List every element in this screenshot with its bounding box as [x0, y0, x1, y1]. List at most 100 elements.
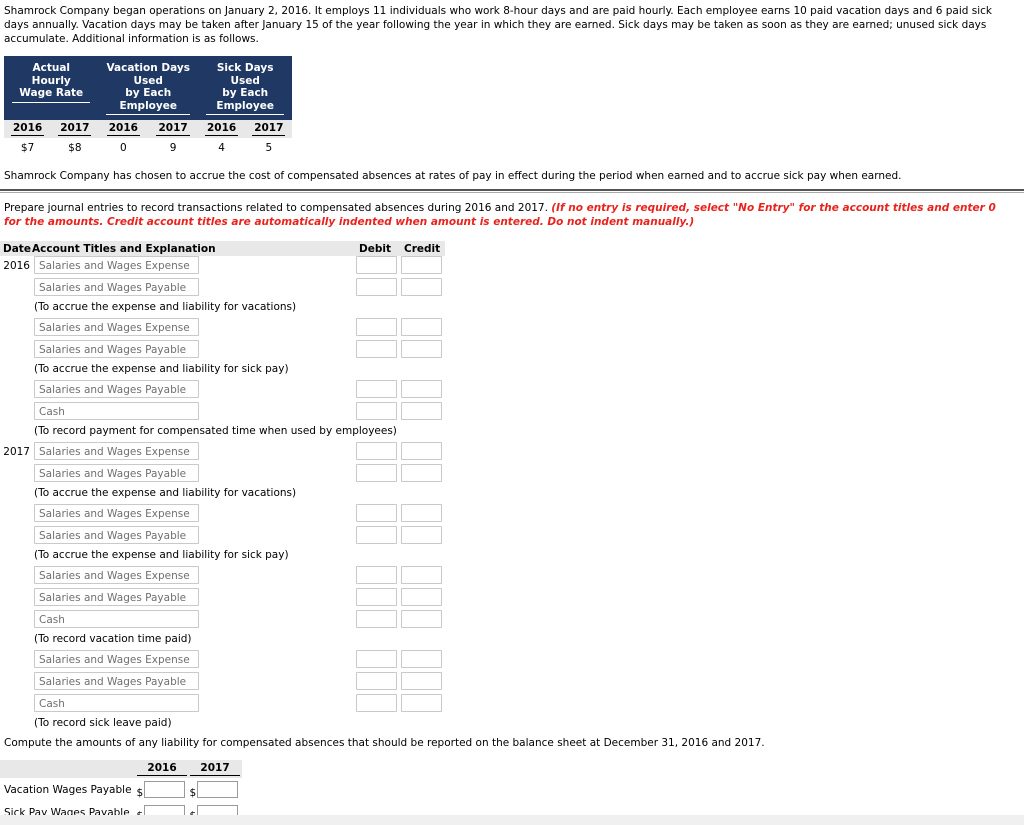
balance-year-label: 2016	[137, 762, 186, 776]
fact-value: 5	[245, 138, 292, 159]
currency-symbol: $	[190, 787, 198, 799]
account-title-select[interactable]: Salaries and Wages Expense	[34, 256, 199, 274]
debit-amount-input[interactable]	[356, 588, 397, 606]
journal-memo-row: (To record payment for compensated time …	[0, 424, 1024, 442]
balance-header-year-2016: 2016	[136, 760, 189, 778]
credit-amount-input[interactable]	[401, 340, 442, 358]
fact-year-header: 2017	[148, 120, 198, 138]
credit-amount-input[interactable]	[401, 650, 442, 668]
journal-memo-text: (To record payment for compensated time …	[34, 425, 397, 437]
debit-amount-input[interactable]	[356, 610, 397, 628]
fact-year-header: 2016	[98, 120, 148, 138]
journal-memo-text: (To accrue the expense and liability for…	[34, 549, 289, 561]
debit-amount-input[interactable]	[356, 504, 397, 522]
account-title-select[interactable]: Salaries and Wages Expense	[34, 504, 199, 522]
fact-group-line: Actual	[32, 62, 70, 74]
fact-group-line: by Each	[222, 87, 268, 99]
account-title-select[interactable]: Salaries and Wages Expense	[34, 650, 199, 668]
debit-amount-input[interactable]	[356, 340, 397, 358]
journal-entry-row: Salaries and Wages Payable	[0, 672, 1024, 694]
fact-group-line: Employee	[216, 100, 274, 112]
account-title-select[interactable]: Salaries and Wages Payable	[34, 464, 199, 482]
fact-year-label: 2016	[107, 122, 140, 136]
journal-memo-text: (To accrue the expense and liability for…	[34, 301, 296, 313]
account-title-select[interactable]: Salaries and Wages Payable	[34, 526, 199, 544]
currency-symbol: $	[137, 787, 145, 799]
vacation-wages-payable-2016-input[interactable]	[144, 781, 185, 798]
journal-entry-row: Salaries and Wages Payable	[0, 380, 1024, 402]
fact-value-row: $7 $8 0 9 4 5	[4, 138, 292, 159]
journal-memo-text: (To accrue the expense and liability for…	[34, 487, 296, 499]
journal-entry-row: 2017 Salaries and Wages Expense	[0, 442, 1024, 464]
journal-memo-text: (To record vacation time paid)	[34, 633, 192, 645]
credit-amount-input[interactable]	[401, 588, 442, 606]
journal-entry-row: Cash	[0, 694, 1024, 716]
vacation-wages-payable-2017-input[interactable]	[197, 781, 238, 798]
account-title-select[interactable]: Salaries and Wages Payable	[34, 672, 199, 690]
credit-amount-input[interactable]	[401, 256, 442, 274]
credit-amount-input[interactable]	[401, 402, 442, 420]
credit-amount-input[interactable]	[401, 566, 442, 584]
journal-entry-row: Salaries and Wages Expense	[0, 504, 1024, 526]
journal-entry-row: Salaries and Wages Expense	[0, 650, 1024, 672]
account-title-select[interactable]: Salaries and Wages Payable	[34, 278, 199, 296]
journal-entry-row: Cash	[0, 402, 1024, 424]
debit-amount-input[interactable]	[356, 526, 397, 544]
fact-group-line: Hourly	[32, 75, 71, 87]
credit-amount-input[interactable]	[401, 526, 442, 544]
debit-amount-input[interactable]	[356, 256, 397, 274]
intro-paragraph: Shamrock Company began operations on Jan…	[0, 0, 1024, 46]
account-title-select[interactable]: Salaries and Wages Payable	[34, 588, 199, 606]
credit-amount-input[interactable]	[401, 318, 442, 336]
wage-fact-table-wrapper: Actual Hourly Wage Rate Vacation Days Us…	[0, 46, 1024, 159]
account-title-select[interactable]: Salaries and Wages Payable	[34, 340, 199, 358]
account-title-select[interactable]: Cash	[34, 402, 199, 420]
credit-amount-input[interactable]	[401, 610, 442, 628]
debit-amount-input[interactable]	[356, 650, 397, 668]
balance-table-wrapper: 2016 2017 Vacation Wages Payable $ $ Sic…	[0, 750, 1024, 825]
fact-group-line: Wage Rate	[19, 87, 83, 99]
journal-year-label: 2017	[0, 446, 30, 458]
debit-amount-input[interactable]	[356, 442, 397, 460]
credit-amount-input[interactable]	[401, 380, 442, 398]
journal-year-label: 2016	[0, 260, 30, 272]
account-title-select[interactable]: Salaries and Wages Expense	[34, 442, 199, 460]
credit-amount-input[interactable]	[401, 504, 442, 522]
balance-header-year-2017: 2017	[189, 760, 242, 778]
journal-entry-row: 2016 Salaries and Wages Expense	[0, 256, 1024, 278]
account-title-select[interactable]: Salaries and Wages Expense	[34, 566, 199, 584]
debit-amount-input[interactable]	[356, 566, 397, 584]
debit-amount-input[interactable]	[356, 464, 397, 482]
account-title-select[interactable]: Salaries and Wages Expense	[34, 318, 199, 336]
account-title-select[interactable]: Salaries and Wages Payable	[34, 380, 199, 398]
fact-group-line: Used	[230, 75, 259, 87]
credit-amount-input[interactable]	[401, 464, 442, 482]
debit-amount-input[interactable]	[356, 380, 397, 398]
debit-amount-input[interactable]	[356, 672, 397, 690]
account-title-select[interactable]: Cash	[34, 694, 199, 712]
journal-entry-row: Salaries and Wages Expense	[0, 566, 1024, 588]
journal-entry-row: Salaries and Wages Payable	[0, 464, 1024, 486]
fact-group-header-vacation: Vacation Days Used by Each Employee	[98, 56, 197, 120]
debit-amount-input[interactable]	[356, 694, 397, 712]
credit-amount-input[interactable]	[401, 694, 442, 712]
debit-amount-input[interactable]	[356, 318, 397, 336]
debit-amount-input[interactable]	[356, 278, 397, 296]
fact-group-line: Used	[134, 75, 163, 87]
account-title-select[interactable]: Cash	[34, 610, 199, 628]
credit-amount-input[interactable]	[401, 672, 442, 690]
fact-group-line: by Each	[125, 87, 171, 99]
footer-band	[0, 815, 1024, 825]
credit-amount-input[interactable]	[401, 442, 442, 460]
journal-rows-container: 2016 Salaries and Wages Expense Salaries a…	[0, 256, 1024, 734]
fact-year-header: 2016	[4, 120, 51, 138]
credit-amount-input[interactable]	[401, 278, 442, 296]
fact-year-label: 2017	[252, 122, 285, 136]
journal-memo-row: (To accrue the expense and liability for…	[0, 300, 1024, 318]
balance-row-label: Vacation Wages Payable	[0, 778, 136, 802]
balance-cell: $	[189, 778, 242, 802]
journal-header-date: Date	[3, 243, 31, 255]
journal-entry-row: Cash	[0, 610, 1024, 632]
debit-amount-input[interactable]	[356, 402, 397, 420]
fact-value: 9	[148, 138, 198, 159]
